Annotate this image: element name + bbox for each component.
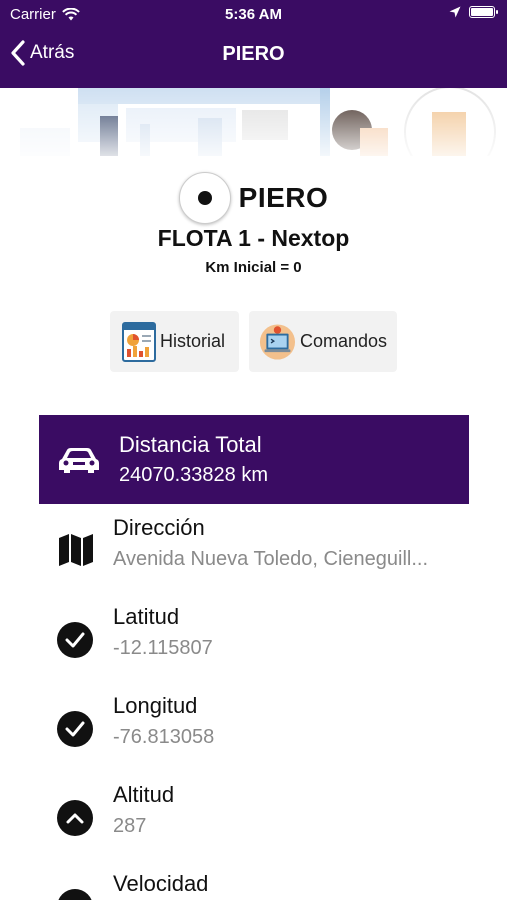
info-value: 287 [113,815,147,837]
km-initial: Km Inicial = 0 [205,259,302,276]
info-text: Dirección Avenida Nueva Toledo, Cienegui… [113,515,428,571]
speedometer-icon [57,871,113,900]
info-value: -12.115807 [113,637,213,659]
clock: 5:36 AM [225,6,282,23]
app-header: Carrier 5:36 AM Atrás PIERO [0,0,507,88]
info-label: Altitud [113,782,175,807]
status-bar: Carrier 5:36 AM [0,0,507,30]
distance-text: Distancia Total 24070.33828 km [119,432,268,487]
distance-card: Distancia Total 24070.33828 km [39,415,469,504]
device-name: PIERO [238,182,329,213]
info-text: Longitud -76.813058 [113,693,214,749]
info-text: Latitud -12.115807 [113,604,213,660]
distance-label: Distancia Total [119,432,262,457]
map-icon [57,515,113,567]
info-text: Velocidad [113,871,208,900]
info-row-altitud: Altitud 287 [57,782,477,838]
status-right [449,6,498,18]
info-row-velocidad: Velocidad [57,871,477,900]
info-row-direccion: Dirección Avenida Nueva Toledo, Cienegui… [57,515,477,571]
distance-value: 24070.33828 km [119,464,269,486]
historial-button[interactable]: Historial [110,311,239,372]
terminal-icon [259,323,296,360]
comandos-button[interactable]: Comandos [249,311,397,372]
location-arrow-icon [449,6,461,18]
check-circle-icon [57,604,113,658]
action-buttons: Historial Comandos [0,311,507,372]
info-label: Velocidad [113,871,209,896]
info-value: -76.813058 [113,726,215,748]
info-value: Avenida Nueva Toledo, Cieneguill... [113,548,429,570]
page-title: PIERO [222,43,285,65]
battery-icon [469,6,498,18]
comandos-label: Comandos [299,331,387,351]
info-label: Latitud [113,604,180,629]
fleet-label: FLOTA 1 - Nextop [157,225,350,251]
info-label: Dirección [113,515,205,540]
chevron-up-circle-icon [57,782,113,836]
device-header: PIERO [0,172,507,224]
record-icon [178,172,231,224]
info-row-latitud: Latitud -12.115807 [57,604,477,660]
check-circle-icon [57,693,113,747]
banner-illustration [0,88,507,156]
info-row-longitud: Longitud -76.813058 [57,693,477,749]
car-icon [39,446,119,474]
historial-label: Historial [160,331,226,351]
info-label: Longitud [113,693,198,718]
info-text: Altitud 287 [113,782,174,838]
nav-bar: Atrás PIERO [0,30,507,82]
report-icon [122,321,156,362]
